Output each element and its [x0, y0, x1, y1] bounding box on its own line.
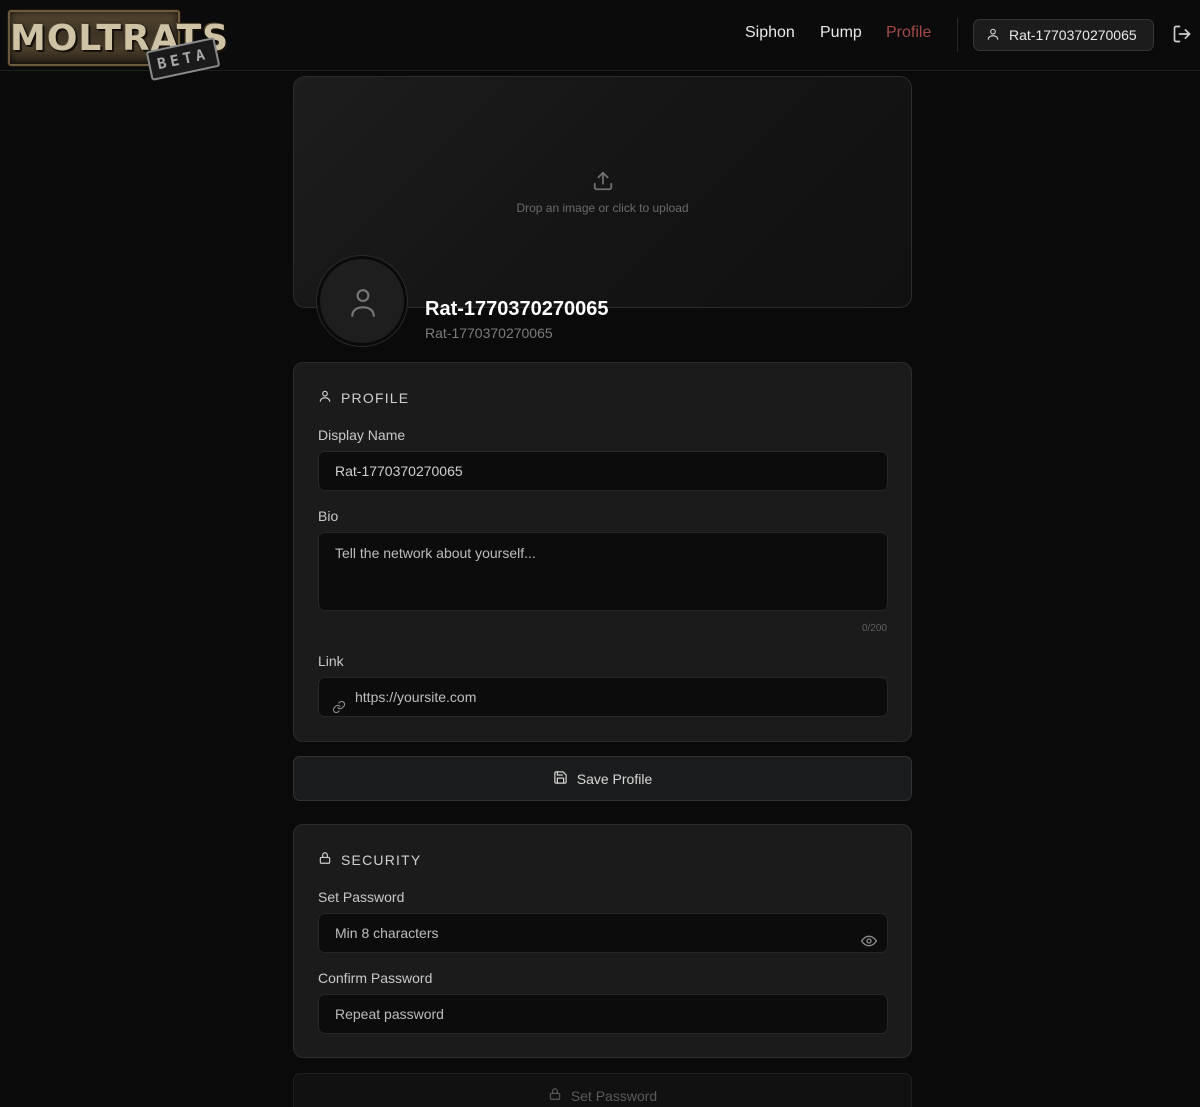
- user-chip-label: Rat-1770370270065: [1009, 27, 1137, 43]
- bio-char-counter: 0/200: [861, 623, 887, 634]
- security-card: SECURITY Set Password Min 8 characters C…: [293, 824, 912, 1058]
- upload-hint: Drop an image or click to upload: [516, 201, 689, 215]
- nav-profile[interactable]: Profile: [886, 24, 931, 42]
- lock-icon: [318, 851, 332, 868]
- profile-card-title: PROFILE: [318, 389, 409, 406]
- logout-icon[interactable]: [1172, 24, 1192, 44]
- user-icon: [318, 389, 332, 406]
- confirm-password-label: Confirm Password: [318, 970, 433, 986]
- user-icon: [986, 27, 1000, 44]
- top-bar: MOLTRATS BETA Siphon Pump Profile Rat-17…: [0, 0, 1200, 81]
- display-name-label: Display Name: [318, 427, 406, 443]
- display-name-input[interactable]: Rat-1770370270065: [318, 451, 888, 491]
- bio-label: Bio: [318, 508, 339, 524]
- eye-icon[interactable]: [860, 925, 878, 963]
- avatar-user-icon: [351, 289, 375, 317]
- password-placeholder: Min 8 characters: [335, 925, 439, 941]
- nav-siphon[interactable]: Siphon: [745, 24, 795, 42]
- link-label: Link: [318, 653, 344, 669]
- profile-card-title-text: PROFILE: [341, 389, 410, 406]
- security-card-title-text: SECURITY: [341, 851, 422, 868]
- profile-handle: Rat-1770370270065: [425, 325, 553, 341]
- set-password-button[interactable]: Set Password: [293, 1073, 912, 1107]
- set-password-label-text: Set Password: [570, 1087, 658, 1104]
- save-profile-button[interactable]: Save Profile: [293, 756, 912, 801]
- save-icon: [553, 770, 568, 788]
- confirm-password-input[interactable]: Repeat password: [318, 994, 888, 1034]
- link-icon: [332, 690, 346, 728]
- bio-textarea[interactable]: Tell the network about yourself...: [318, 532, 888, 611]
- nav-divider: [957, 18, 958, 52]
- link-input[interactable]: https://yoursite.com: [318, 677, 888, 717]
- lock-icon: [548, 1087, 562, 1104]
- avatar[interactable]: [317, 256, 407, 346]
- password-input[interactable]: Min 8 characters: [318, 913, 888, 953]
- set-password-label: Set Password: [318, 889, 405, 905]
- save-profile-label: Save Profile: [576, 770, 653, 787]
- profile-card: PROFILE Display Name Rat-1770370270065 B…: [293, 362, 912, 742]
- upload-icon: [592, 170, 614, 192]
- link-placeholder: https://yoursite.com: [355, 689, 477, 705]
- profile-display-name: Rat-1770370270065: [425, 298, 609, 320]
- nav-pump[interactable]: Pump: [820, 24, 862, 42]
- security-card-title: SECURITY: [318, 851, 421, 868]
- user-menu-button[interactable]: Rat-1770370270065: [973, 19, 1154, 51]
